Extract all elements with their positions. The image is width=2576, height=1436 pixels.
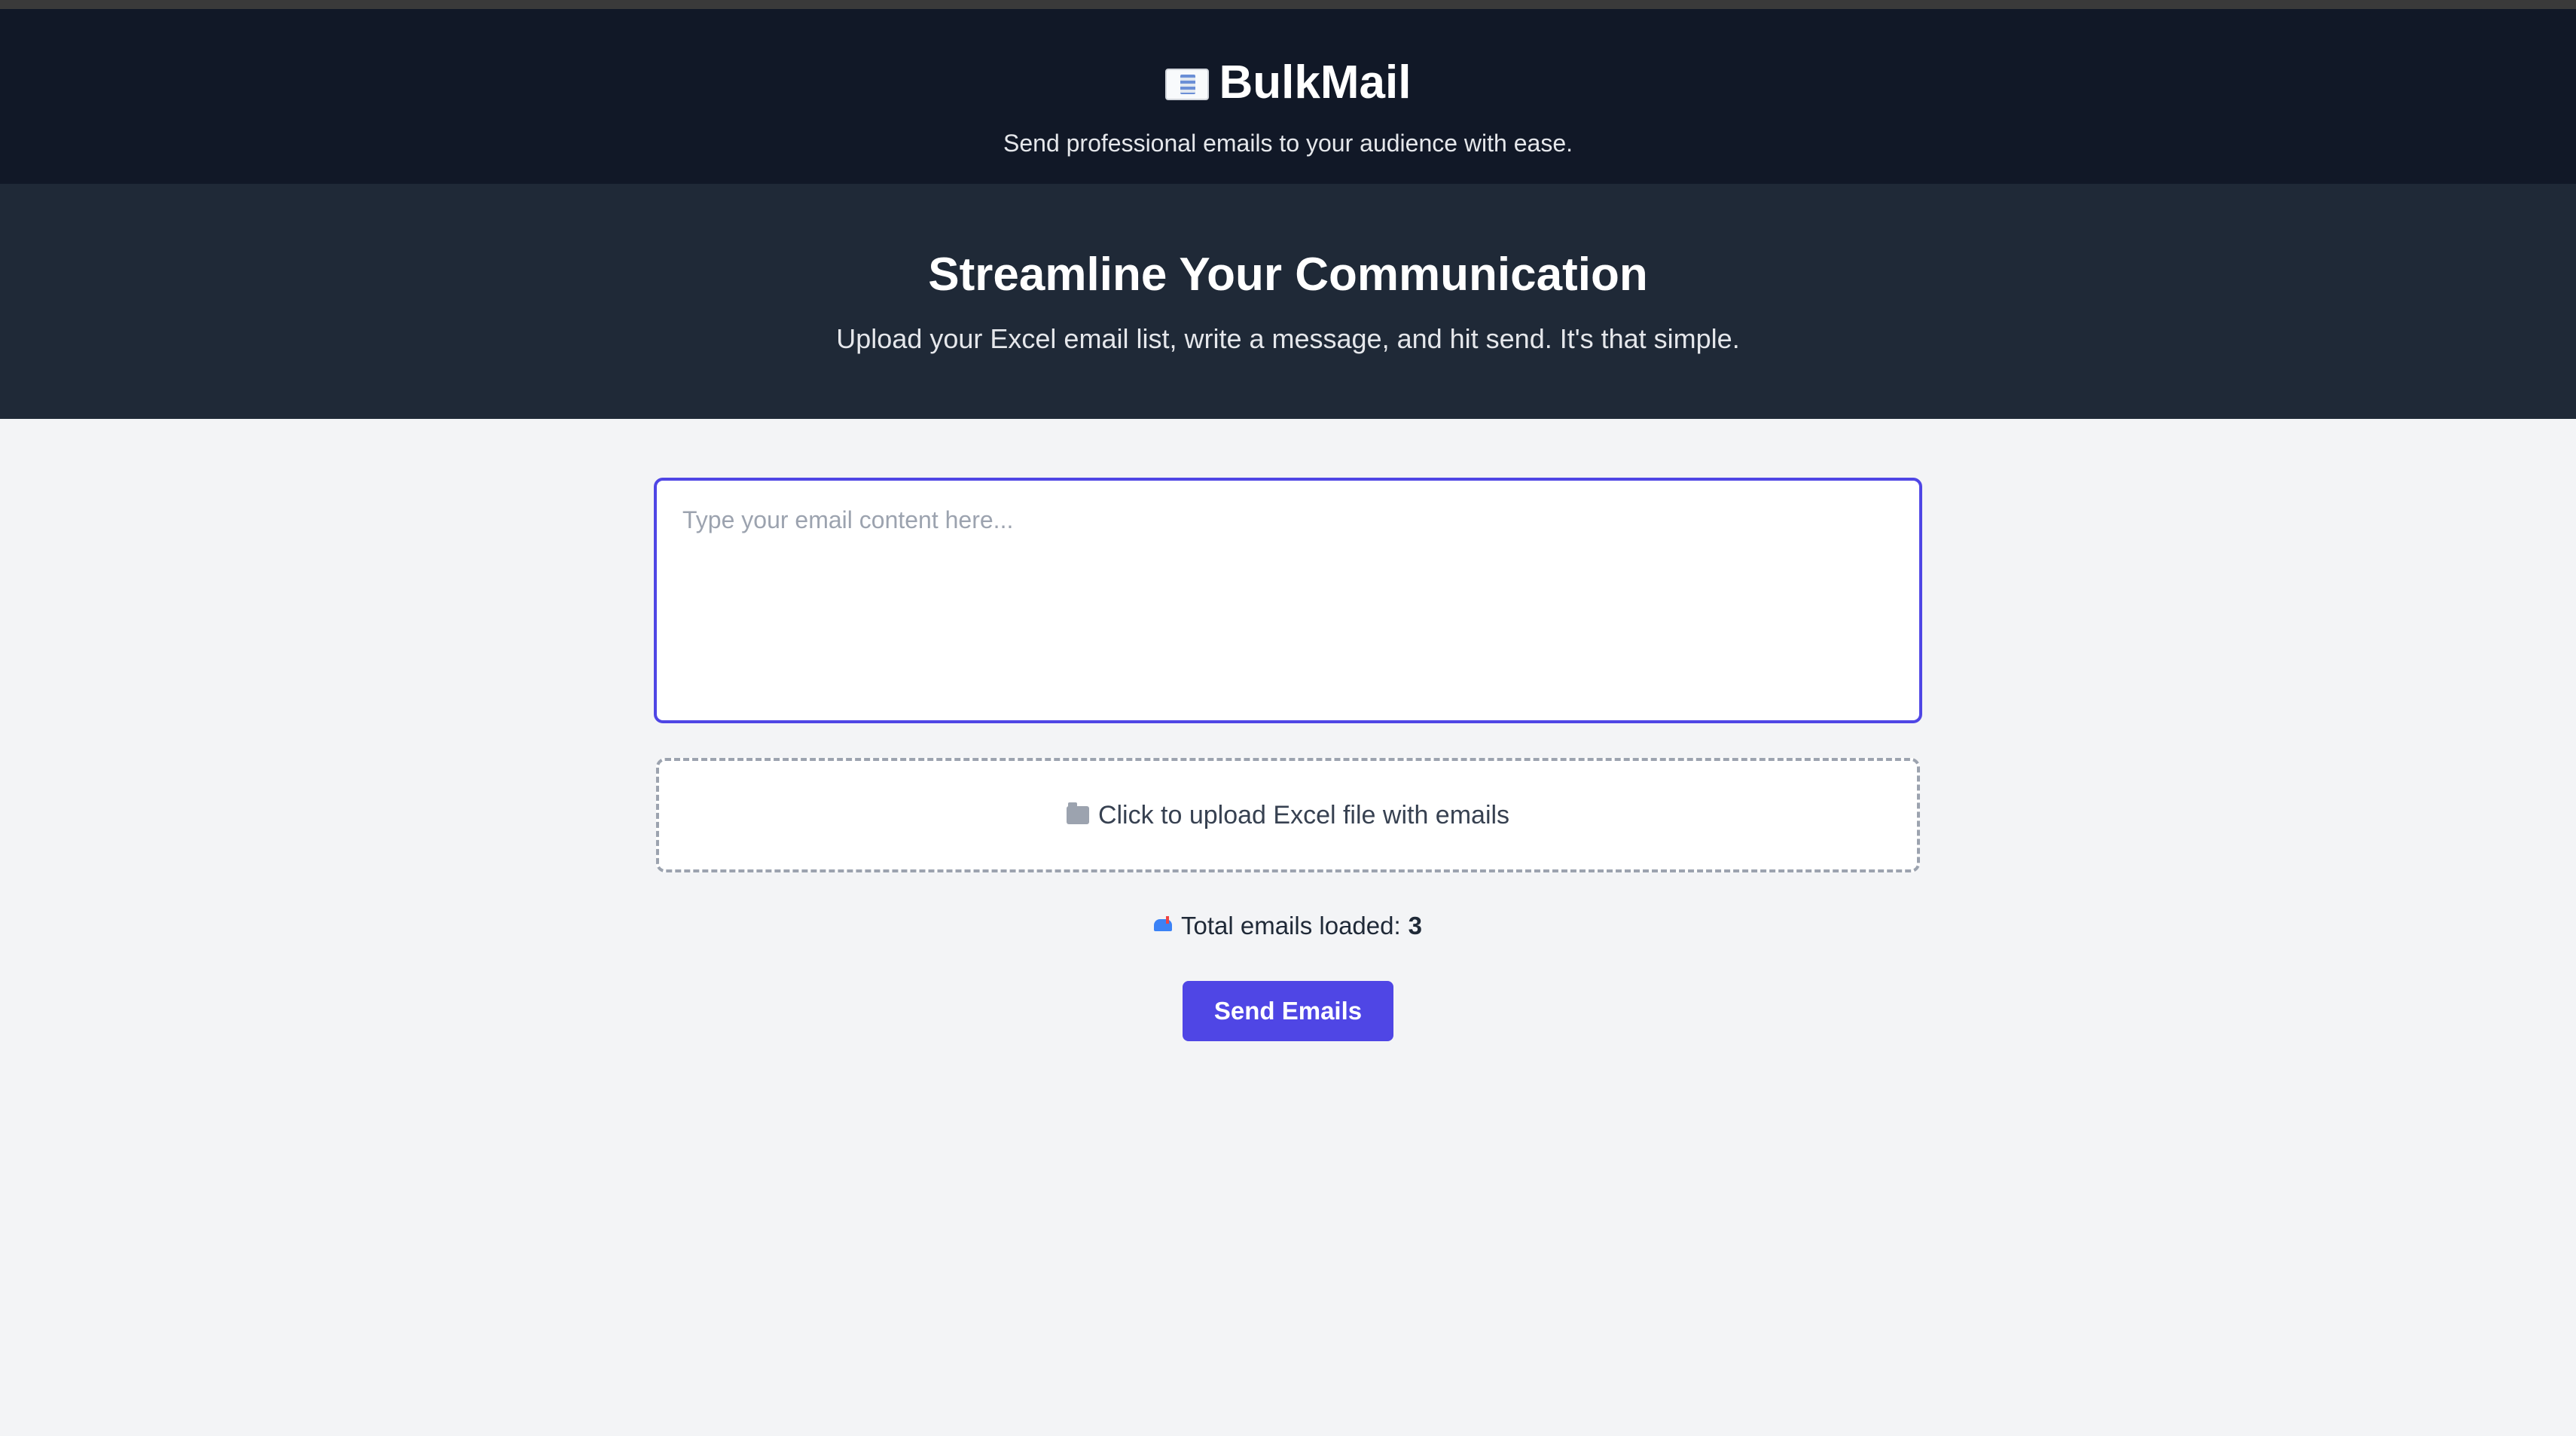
window-top-strip xyxy=(0,0,2576,9)
hero-title: Streamline Your Communication xyxy=(928,249,1648,301)
email-content-input[interactable] xyxy=(654,478,1922,723)
mailbox-icon xyxy=(1153,916,1174,936)
tagline: Send professional emails to your audienc… xyxy=(1003,130,1573,157)
folder-icon xyxy=(1066,802,1089,824)
hero-banner: Streamline Your Communication Upload you… xyxy=(0,184,2576,419)
send-emails-button[interactable]: Send Emails xyxy=(1183,981,1393,1041)
hero-subtitle: Upload your Excel email list, write a me… xyxy=(836,323,1740,354)
brand: BulkMail xyxy=(1164,51,1412,115)
upload-label: Click to upload Excel file with emails xyxy=(1097,800,1510,830)
email-count-label: Total emails loaded: xyxy=(1180,912,1401,940)
app-header: BulkMail Send professional emails to you… xyxy=(0,9,2576,184)
envelope-icon xyxy=(1164,69,1209,100)
main-content: Click to upload Excel file with emails T… xyxy=(654,419,1922,1041)
email-count-value: 3 xyxy=(1408,912,1423,940)
email-count-status: Total emails loaded: 3 xyxy=(1153,912,1423,940)
excel-upload-dropzone[interactable]: Click to upload Excel file with emails xyxy=(656,758,1920,872)
brand-name: BulkMail xyxy=(1219,57,1412,108)
